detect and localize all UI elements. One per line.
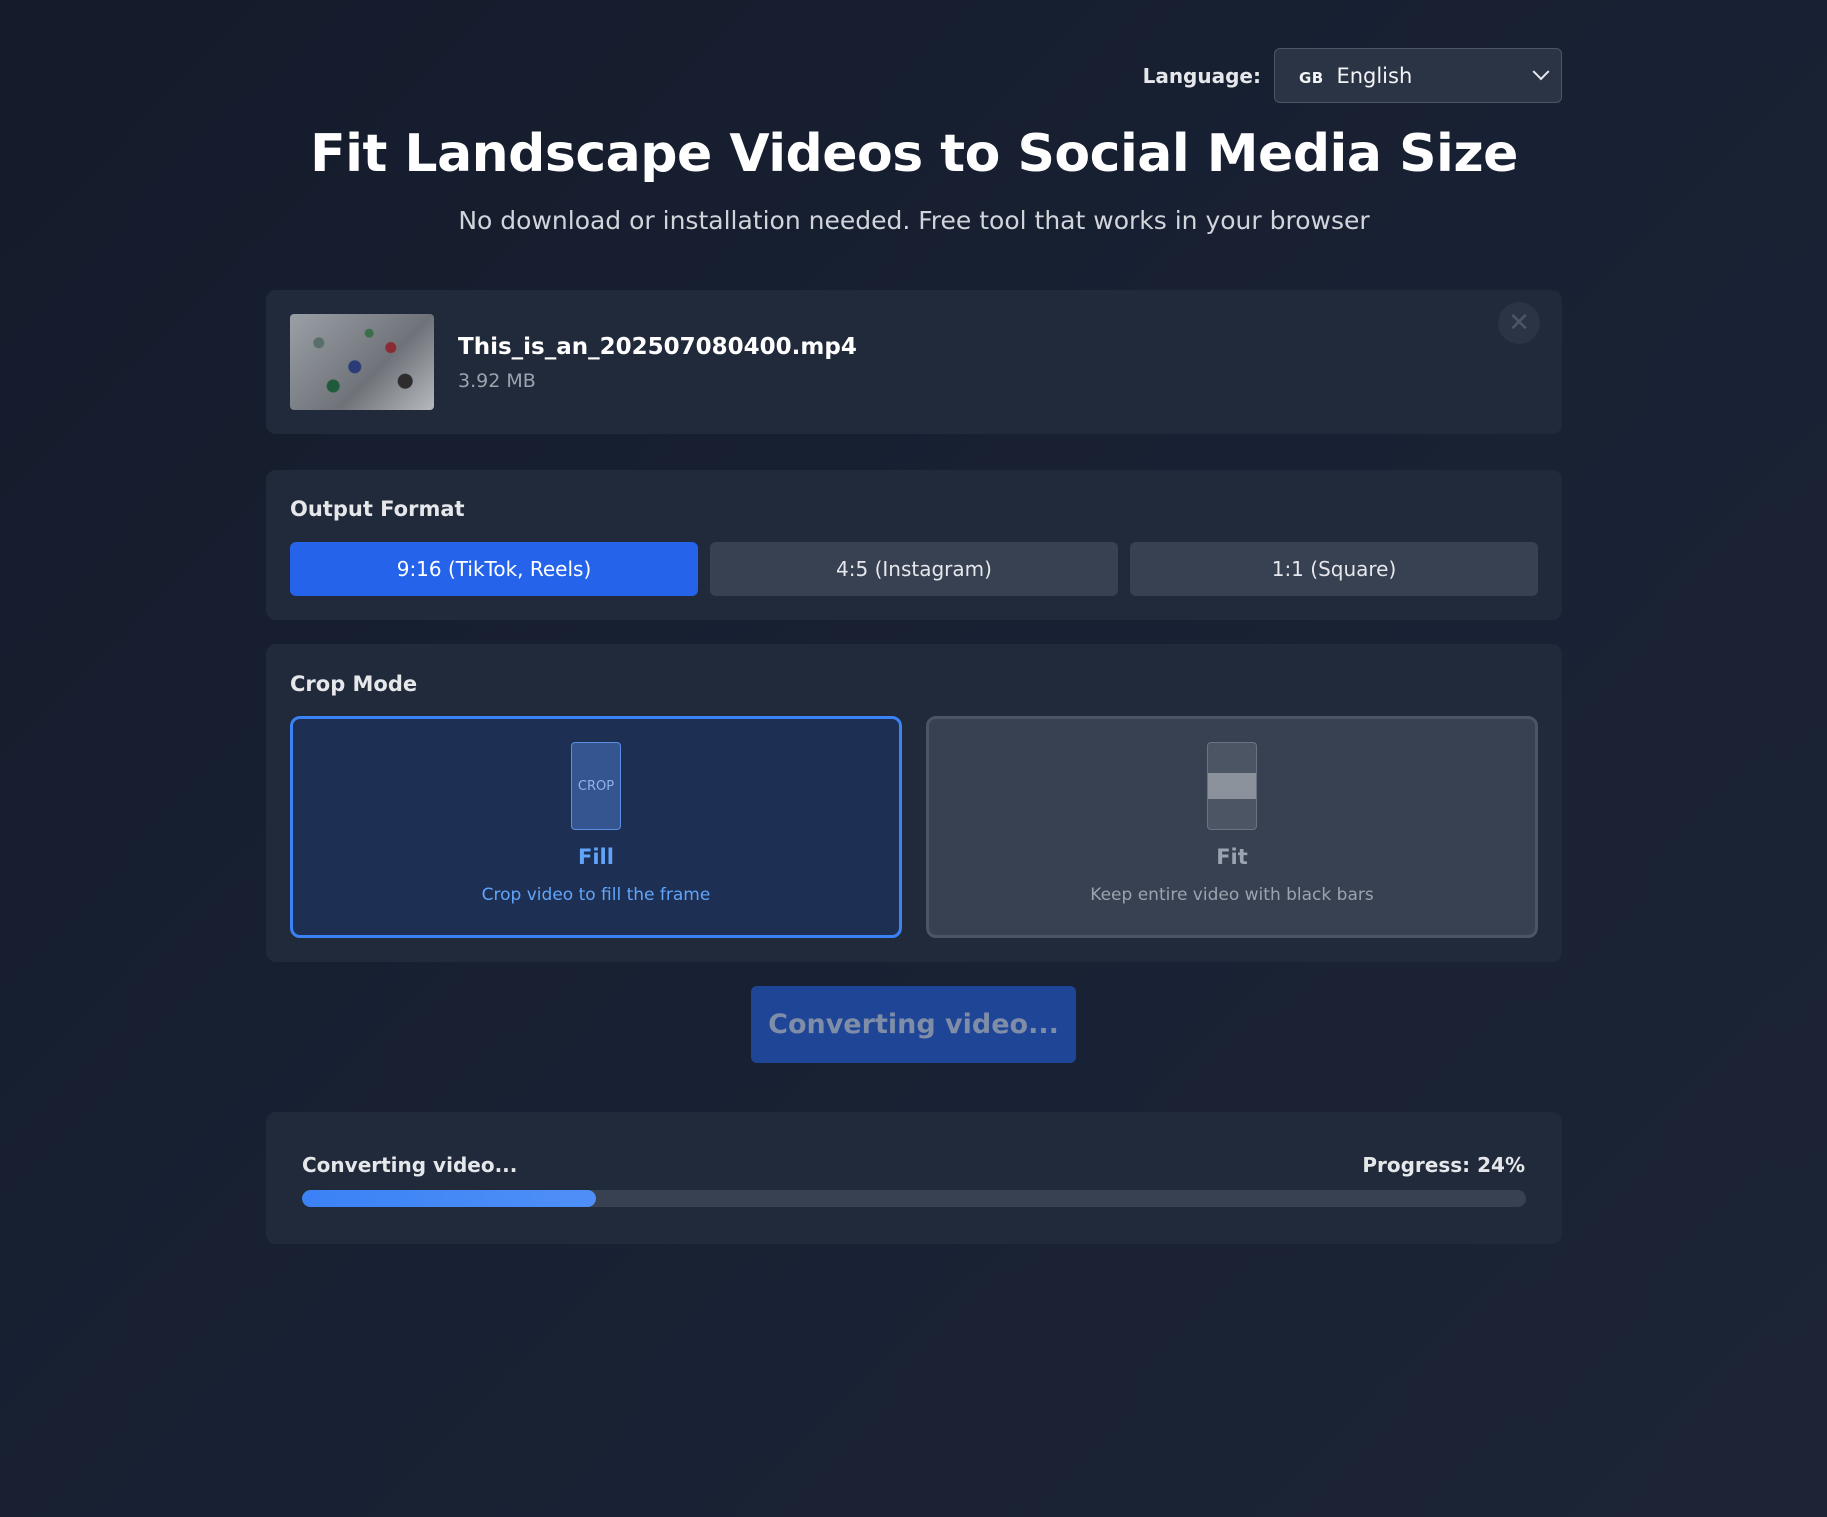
file-size: 3.92 MB xyxy=(458,370,536,392)
format-option-1-1[interactable]: 1:1 (Square) xyxy=(1130,542,1538,596)
language-select[interactable]: GB English xyxy=(1274,48,1562,103)
letterbox-fit-icon xyxy=(1207,742,1257,830)
crop-fill-icon: CROP xyxy=(571,742,621,830)
page-subtitle: No download or installation needed. Free… xyxy=(458,206,1370,235)
language-label: Language: xyxy=(1142,63,1261,88)
chevron-down-icon xyxy=(1532,62,1550,80)
progress-card: Converting video... Progress: 24% xyxy=(266,1112,1562,1244)
page-title: Fit Landscape Videos to Social Media Siz… xyxy=(310,124,1518,184)
close-icon: ✕ xyxy=(1508,308,1530,338)
convert-button[interactable]: Converting video... xyxy=(751,986,1076,1063)
file-name: This_is_an_202507080400.mp4 xyxy=(458,334,857,360)
crop-mode-options: CROP Fill Crop video to fill the frame F… xyxy=(290,716,1538,938)
fit-mode-name: Fit xyxy=(1216,845,1248,869)
video-thumbnail xyxy=(290,314,434,410)
crop-mode-card: Crop Mode CROP Fill Crop video to fill t… xyxy=(266,644,1562,962)
output-format-options: 9:16 (TikTok, Reels) 4:5 (Instagram) 1:1… xyxy=(290,542,1538,596)
file-card: This_is_an_202507080400.mp4 3.92 MB ✕ xyxy=(266,290,1562,434)
format-option-4-5[interactable]: 4:5 (Instagram) xyxy=(710,542,1118,596)
output-format-title: Output Format xyxy=(290,497,465,521)
flag-gb-icon: GB xyxy=(1299,68,1324,87)
progress-percent-label: Progress: 24% xyxy=(1362,1153,1525,1177)
crop-mode-title: Crop Mode xyxy=(290,672,418,696)
crop-mode-fit-option[interactable]: Fit Keep entire video with black bars xyxy=(926,716,1538,938)
language-selected-text: English xyxy=(1336,63,1413,88)
remove-file-button[interactable]: ✕ xyxy=(1498,302,1540,344)
language-selected-value: GB English xyxy=(1299,64,1412,88)
language-selector-row: Language: GB English xyxy=(1143,48,1562,103)
progress-bar-fill xyxy=(302,1190,596,1207)
output-format-card: Output Format 9:16 (TikTok, Reels) 4:5 (… xyxy=(266,470,1562,620)
fill-mode-name: Fill xyxy=(578,845,614,869)
crop-mode-fill-option[interactable]: CROP Fill Crop video to fill the frame xyxy=(290,716,902,938)
progress-status: Converting video... xyxy=(302,1153,518,1177)
letterbox-band xyxy=(1208,773,1256,799)
crop-icon-text: CROP xyxy=(577,778,615,794)
fit-mode-description: Keep entire video with black bars xyxy=(1090,885,1374,905)
progress-bar-track xyxy=(302,1190,1526,1207)
fill-mode-description: Crop video to fill the frame xyxy=(481,885,711,905)
format-option-9-16[interactable]: 9:16 (TikTok, Reels) xyxy=(290,542,698,596)
